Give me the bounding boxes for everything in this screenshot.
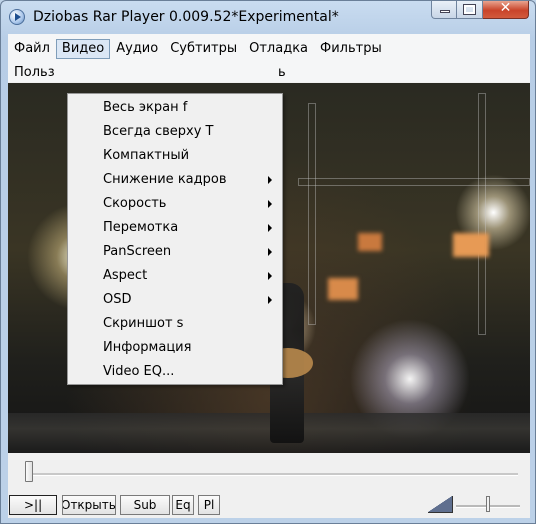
video-menu-item-label: OSD xyxy=(103,292,132,307)
video-menu-item[interactable]: Aspect xyxy=(68,264,282,288)
submenu-arrow-icon xyxy=(268,272,272,280)
maximize-icon xyxy=(463,4,476,15)
volume-thumb[interactable] xyxy=(486,496,490,512)
menu-user-partial[interactable]: Польз xyxy=(8,63,61,83)
control-bar: >|| Открыть Sub Eq Pl xyxy=(8,492,530,518)
stage-truss xyxy=(308,103,316,325)
menu-file[interactable]: Файл xyxy=(8,39,56,59)
playlist-button[interactable]: Pl xyxy=(198,495,220,515)
video-menu-item-label: Информация xyxy=(103,340,192,355)
video-dropdown-menu: Весь экран f Всегда сверху T Компактный Сни… xyxy=(67,93,283,385)
menu-row-1: Файл Видео Аудио Субтитры Отладка Фильтр… xyxy=(8,38,388,60)
client-area: Файл Видео Аудио Субтитры Отладка Фильтр… xyxy=(8,34,530,518)
seek-thumb[interactable] xyxy=(25,461,33,482)
video-menu-item-label: Компактный xyxy=(103,148,190,163)
eq-button[interactable]: Eq xyxy=(172,495,194,515)
video-menu-item[interactable]: Video EQ... xyxy=(68,360,282,384)
stage-truss xyxy=(298,178,530,186)
menu-filters[interactable]: Фильтры xyxy=(314,39,388,59)
video-menu-item-label: Всегда сверху T xyxy=(103,124,214,139)
submenu-arrow-icon xyxy=(268,200,272,208)
title-bar[interactable]: Dziobas Rar Player 0.009.52*Experimental… xyxy=(1,1,535,33)
video-menu-item-label: Весь экран f xyxy=(103,100,188,115)
submenu-arrow-icon xyxy=(268,248,272,256)
submenu-arrow-icon xyxy=(268,224,272,232)
video-menu-item[interactable]: Скриншот s xyxy=(68,312,282,336)
seek-bar[interactable] xyxy=(8,454,530,488)
menu-bar: Файл Видео Аудио Субтитры Отладка Фильтр… xyxy=(8,34,530,82)
close-button[interactable]: ✕ xyxy=(483,1,529,19)
stage-truss xyxy=(478,93,486,335)
video-menu-item[interactable]: Перемотка xyxy=(68,216,282,240)
seek-track[interactable] xyxy=(30,473,518,476)
maximize-button[interactable] xyxy=(457,1,483,19)
player-window: Dziobas Rar Player 0.009.52*Experimental… xyxy=(0,0,536,524)
minimize-icon xyxy=(440,10,450,13)
menu-row-2: Польз ь xyxy=(8,62,530,84)
video-menu-item[interactable]: PanScreen xyxy=(68,240,282,264)
window-title: Dziobas Rar Player 0.009.52*Experimental… xyxy=(33,9,339,25)
menu-debug[interactable]: Отладка xyxy=(243,39,314,59)
volume-icon[interactable] xyxy=(428,496,453,513)
menu-hidden-fragment[interactable]: ь xyxy=(272,63,292,83)
play-circle-icon[interactable] xyxy=(9,9,25,25)
stage-light-panel xyxy=(453,233,489,257)
caption-buttons: ✕ xyxy=(431,1,529,19)
open-button[interactable]: Открыть xyxy=(62,495,116,515)
video-menu-item-label: PanScreen xyxy=(103,244,172,259)
close-icon: ✕ xyxy=(499,0,512,16)
video-menu-item-label: Video EQ... xyxy=(103,364,175,379)
video-menu-item-label: Перемотка xyxy=(103,220,179,235)
video-menu-item[interactable]: Компактный xyxy=(68,144,282,168)
menu-audio[interactable]: Аудио xyxy=(110,39,164,59)
stage-light-panel xyxy=(358,233,382,251)
submenu-arrow-icon xyxy=(268,176,272,184)
video-menu-item-label: Скриншот s xyxy=(103,316,184,331)
video-menu-item-label: Снижение кадров xyxy=(103,172,227,187)
video-menu-item[interactable]: Весь экран f xyxy=(68,96,282,120)
video-menu-item-label: Aspect xyxy=(103,268,148,283)
video-menu-item[interactable]: Скорость xyxy=(68,192,282,216)
video-menu-item[interactable]: Информация xyxy=(68,336,282,360)
minimize-button[interactable] xyxy=(431,1,457,19)
video-menu-item[interactable]: Снижение кадров xyxy=(68,168,282,192)
video-menu-item[interactable]: Всегда сверху T xyxy=(68,120,282,144)
stage-light-panel xyxy=(328,278,358,300)
sub-button[interactable]: Sub xyxy=(120,495,170,515)
submenu-arrow-icon xyxy=(268,296,272,304)
play-pause-button[interactable]: >|| xyxy=(9,495,57,515)
stage-floor xyxy=(8,413,530,453)
video-menu-item-label: Скорость xyxy=(103,196,167,211)
video-menu-item[interactable]: OSD xyxy=(68,288,282,312)
menu-subtitles[interactable]: Субтитры xyxy=(164,39,243,59)
menu-video[interactable]: Видео xyxy=(55,39,111,59)
